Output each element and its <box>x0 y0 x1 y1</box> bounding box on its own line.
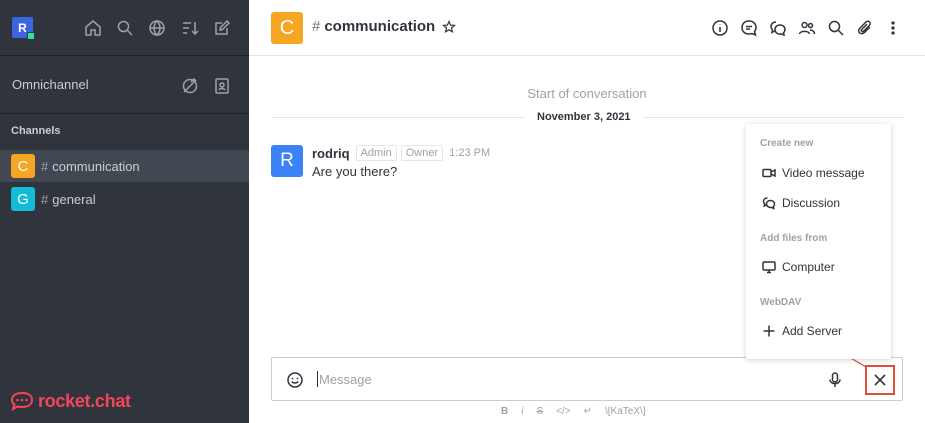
search-icon[interactable] <box>115 18 135 38</box>
members-icon[interactable] <box>797 18 817 38</box>
close-icon <box>874 374 886 386</box>
menu-section-create-new: Create new <box>760 138 814 149</box>
sidebar-top-bar: R <box>0 0 249 56</box>
menu-item-add-server[interactable]: Add Server <box>762 324 842 338</box>
message-body: Are you there? <box>312 164 398 179</box>
message-avatar-initial: R <box>280 150 294 171</box>
format-strike-button[interactable]: S <box>536 406 543 417</box>
channel-hash-icon: # <box>41 191 49 207</box>
room-title-text: communication <box>324 18 436 35</box>
discussion-icon <box>762 197 776 210</box>
room-avatar: G <box>11 187 35 211</box>
microphone-icon[interactable] <box>825 370 845 390</box>
role-badge-admin: Admin <box>355 145 397 161</box>
omnichannel-section: Omnichannel <box>0 56 249 114</box>
user-avatar-initial: R <box>18 20 27 35</box>
favorite-star-icon[interactable] <box>442 19 457 34</box>
room-avatar-initial: G <box>17 190 29 208</box>
menu-item-label: Add Server <box>782 324 843 338</box>
room-header-avatar: C <box>271 12 303 44</box>
computer-icon <box>762 261 776 274</box>
sidebar: R Omnichannel Channels C # communication… <box>0 0 249 423</box>
room-avatar: C <box>11 154 35 178</box>
brand-text: rocket.chat <box>38 390 131 411</box>
sidebar-item-communication[interactable]: C # communication <box>0 150 249 182</box>
plus-icon <box>763 325 775 337</box>
home-icon[interactable] <box>83 18 103 38</box>
menu-item-computer[interactable]: Computer <box>762 260 835 274</box>
search-messages-icon[interactable] <box>826 18 846 38</box>
omnichannel-label: Omnichannel <box>12 77 89 92</box>
discussions-icon[interactable] <box>768 18 788 38</box>
text-caret <box>317 371 318 387</box>
video-camera-icon <box>762 168 776 178</box>
role-badge-owner: Owner <box>400 145 444 161</box>
room-avatar-initial: C <box>17 157 29 175</box>
date-divider: November 3, 2021 <box>525 111 643 123</box>
room-header: C # communication <box>249 0 925 56</box>
channel-hash-icon: # <box>41 158 49 174</box>
rocket-chat-logo: rocket.chat <box>10 390 131 412</box>
rocket-chat-icon <box>10 391 34 411</box>
room-title: # communication <box>312 18 457 35</box>
sort-icon[interactable] <box>180 18 200 38</box>
menu-item-label: Discussion <box>782 196 841 210</box>
format-multiline-button[interactable]: ↵ <box>584 406 592 417</box>
directory-globe-icon[interactable] <box>147 18 167 38</box>
kebab-menu-icon[interactable] <box>883 18 903 38</box>
format-italic-button[interactable]: i <box>521 406 523 417</box>
menu-section-add-files: Add files from <box>760 233 828 244</box>
format-katex-button[interactable]: \[KaTeX\] <box>605 406 646 417</box>
menu-item-video-message[interactable]: Video message <box>762 166 865 180</box>
composer-actions-menu: Create new Video message Discussion Add … <box>746 124 891 359</box>
create-new-icon[interactable] <box>212 18 232 38</box>
message-username[interactable]: rodriq <box>312 146 350 161</box>
message-header: rodriq Admin Owner 1:23 PM <box>312 145 490 161</box>
start-of-conversation: Start of conversation <box>527 86 647 101</box>
room-info-icon[interactable] <box>710 18 730 38</box>
room-name: communication <box>52 158 140 174</box>
menu-section-webdav: WebDAV <box>760 297 802 308</box>
channels-section-header: Channels <box>11 125 61 137</box>
omnichannel-offline-icon[interactable] <box>180 76 200 96</box>
menu-item-label: Video message <box>782 166 865 180</box>
message-timestamp: 1:23 PM <box>449 147 491 159</box>
files-clip-icon[interactable] <box>855 18 875 38</box>
menu-item-discussion[interactable]: Discussion <box>762 196 840 210</box>
contact-center-icon[interactable] <box>212 76 232 96</box>
menu-item-label: Computer <box>782 260 835 274</box>
format-toolbar: B i S </> ↵ \[KaTeX\] <box>501 406 659 417</box>
close-actions-button[interactable] <box>865 365 895 395</box>
threads-icon[interactable] <box>739 18 759 38</box>
room-name: general <box>52 191 96 207</box>
message-input[interactable] <box>319 366 789 392</box>
message-avatar[interactable]: R <box>271 145 303 177</box>
status-indicator <box>27 32 35 40</box>
emoji-icon[interactable] <box>285 370 305 390</box>
room-header-avatar-initial: C <box>279 16 295 39</box>
channel-hash-icon: # <box>312 18 321 35</box>
format-code-button[interactable]: </> <box>556 406 570 417</box>
user-avatar[interactable]: R <box>12 17 35 40</box>
message-composer <box>271 357 903 401</box>
format-bold-button[interactable]: B <box>501 406 508 417</box>
sidebar-item-general[interactable]: G # general <box>0 183 249 215</box>
